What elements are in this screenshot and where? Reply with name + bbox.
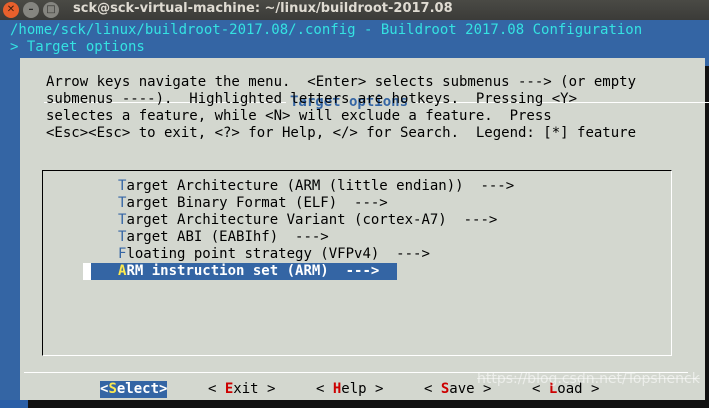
maximize-icon[interactable]: □ — [43, 2, 59, 18]
menu-item-label: loating point strategy (VFPv4) ---> — [126, 246, 430, 262]
button-label: xit > — [233, 381, 276, 397]
menu-item-target-architecture-variant[interactable]: Target Architecture Variant (cortex-A7) … — [118, 212, 497, 229]
selection-cursor — [83, 263, 91, 280]
help-line: Arrow keys navigate the menu. <Enter> se… — [46, 74, 637, 90]
load-button[interactable]: < Load > — [532, 381, 599, 398]
hotkey-letter: S — [108, 381, 117, 397]
help-line: <Esc><Esc> to exit, <?> for Help, </> fo… — [46, 125, 637, 141]
button-separator — [24, 372, 688, 373]
button-bracket: < — [532, 381, 549, 397]
breadcrumb: > Target options — [10, 39, 145, 55]
button-bracket: < — [424, 381, 441, 397]
menu-item-target-binary-format[interactable]: Target Binary Format (ELF) ---> — [118, 195, 388, 212]
help-text: Arrow keys navigate the menu. <Enter> se… — [46, 74, 636, 142]
button-bracket: < — [208, 381, 225, 397]
button-label: elp > — [341, 381, 384, 397]
menu-item-floating-point-strategy[interactable]: Floating point strategy (VFPv4) ---> — [118, 246, 430, 263]
help-button[interactable]: < Help > — [316, 381, 383, 398]
terminal: /home/sck/linux/buildroot-2017.08/.confi… — [0, 20, 709, 408]
select-button[interactable]: <Select> — [100, 381, 168, 398]
button-label: elect> — [116, 381, 168, 397]
button-bracket: < — [316, 381, 333, 397]
help-line: submenus ----). Highlighted letters are … — [46, 91, 578, 107]
help-line: selectes a feature, while <N> will exclu… — [46, 108, 552, 124]
menu-item-label: arget Binary Format (ELF) ---> — [126, 195, 388, 211]
menu-item-label: arget Architecture Variant (cortex-A7) -… — [126, 212, 498, 228]
menuconfig-dialog: Target options Arrow keys navigate the m… — [20, 58, 709, 400]
save-button[interactable]: < Save > — [424, 381, 491, 398]
close-icon[interactable]: ✕ — [3, 2, 19, 18]
menu-item-target-abi[interactable]: Target ABI (EABIhf) ---> — [118, 229, 329, 246]
menu-item-label: arget ABI (EABIhf) ---> — [126, 229, 329, 245]
menu-item-label: RM instruction set (ARM) ---> — [126, 263, 380, 279]
config-path-header: /home/sck/linux/buildroot-2017.08/.confi… — [10, 22, 643, 38]
menu-item-target-architecture[interactable]: Target Architecture (ARM (little endian)… — [118, 178, 514, 195]
button-label: ave > — [449, 381, 492, 397]
menu-item-arm-instruction-set[interactable]: ARM instruction set (ARM) ---> — [83, 263, 397, 280]
button-label: oad > — [557, 381, 600, 397]
window-titlebar: ✕ – □ sck@sck-virtual-machine: ~/linux/b… — [0, 0, 709, 20]
exit-button[interactable]: < Exit > — [208, 381, 275, 398]
window-title: sck@sck-virtual-machine: ~/linux/buildro… — [73, 1, 453, 16]
minimize-icon[interactable]: – — [23, 2, 39, 18]
menu-item-label: arget Architecture (ARM (little endian))… — [126, 178, 515, 194]
